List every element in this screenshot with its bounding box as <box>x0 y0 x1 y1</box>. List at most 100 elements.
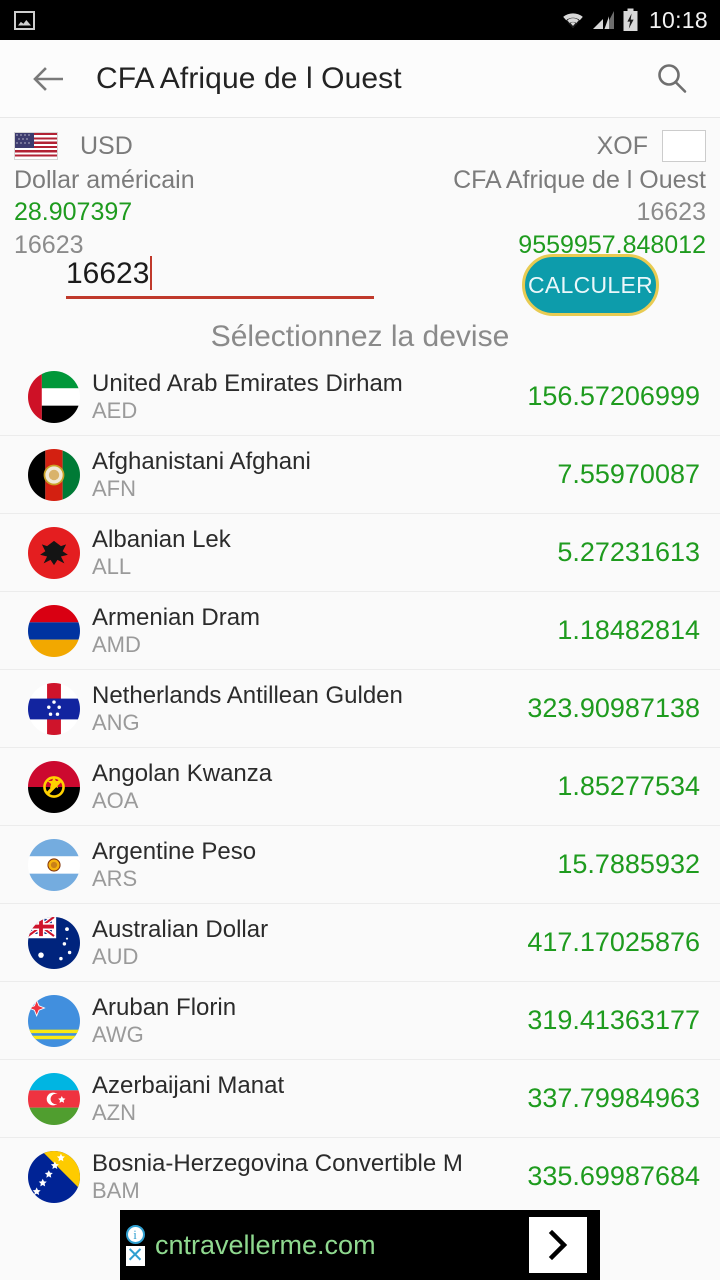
currency-row[interactable]: Angolan Kwanza AOA 1.85277534 <box>0 748 720 826</box>
currency-code: AMD <box>92 631 141 657</box>
ba-flag-icon <box>28 1150 80 1203</box>
back-arrow-icon[interactable] <box>26 56 72 102</box>
ao-flag-icon <box>28 760 80 813</box>
ad-badges: i ✕ <box>124 1217 146 1273</box>
currency-rate: 1.18482814 <box>557 615 700 645</box>
currency-row-texts: Azerbaijani Manat AZN <box>92 1072 517 1126</box>
calculate-button[interactable]: CALCULER <box>522 254 659 316</box>
currency-name: Argentine Peso <box>92 837 257 865</box>
currency-rate: 337.79984963 <box>527 1083 700 1113</box>
amount-input-underline <box>66 296 374 299</box>
currency-row-texts: Argentine Peso ARS <box>92 838 547 892</box>
az-flag-icon <box>28 1072 80 1125</box>
to-flag-placeholder-icon <box>662 130 706 162</box>
an-flag-icon <box>28 682 80 735</box>
al-flag-icon <box>28 526 80 579</box>
currency-row[interactable]: Azerbaijani Manat AZN 337.79984963 <box>0 1060 720 1138</box>
currency-row[interactable]: Argentine Peso ARS 15.7885932 <box>0 826 720 904</box>
currency-code: BAM <box>92 1177 140 1203</box>
currency-name: Bosnia-Herzegovina Convertible M <box>92 1149 463 1177</box>
currency-row[interactable]: Armenian Dram AMD 1.18482814 <box>0 592 720 670</box>
text-caret <box>150 256 153 290</box>
currency-row[interactable]: Australian Dollar AUD 417.17025876 <box>0 904 720 982</box>
currency-name: Angolan Kwanza <box>92 759 273 787</box>
currency-row[interactable]: Aruban Florin AWG 319.41363177 <box>0 982 720 1060</box>
page-title: CFA Afrique de l Ouest <box>96 61 402 95</box>
am-flag-icon <box>28 604 80 657</box>
currency-name: Australian Dollar <box>92 915 269 943</box>
currency-rate: 319.41363177 <box>527 1005 700 1035</box>
currency-row[interactable]: Bosnia-Herzegovina Convertible M BAM 335.6… <box>0 1138 720 1208</box>
battery-charging-icon <box>623 8 638 31</box>
currency-rate: 323.90987138 <box>527 693 700 723</box>
currency-name: Afghanistani Afghani <box>92 447 311 475</box>
status-bar: 10:18 <box>0 0 720 40</box>
currency-row-texts: Australian Dollar AUD <box>92 916 517 970</box>
currency-code: ANG <box>92 709 140 735</box>
af-flag-icon <box>28 448 80 501</box>
currency-name: Azerbaijani Manat <box>92 1071 285 1099</box>
status-bar-system-icons: 10:18 <box>560 7 708 34</box>
currency-row-texts: Bosnia-Herzegovina Convertible M BAM <box>92 1150 517 1204</box>
ae-flag-icon <box>28 370 80 423</box>
currency-rate: 5.27231613 <box>557 537 700 567</box>
ar-flag-icon <box>28 838 80 891</box>
signal-icon <box>592 11 614 29</box>
currency-rate: 1.85277534 <box>557 771 700 801</box>
currency-code: AFN <box>92 475 136 501</box>
aw-flag-icon <box>28 994 80 1047</box>
currency-name: Armenian Dram <box>92 603 261 631</box>
from-currency-code: USD <box>80 131 133 160</box>
from-currency-name: Dollar américain <box>14 166 195 194</box>
currency-list[interactable]: United Arab Emirates Dirham AED 156.572069… <box>0 358 720 1208</box>
currency-row-texts: United Arab Emirates Dirham AED <box>92 370 517 424</box>
close-icon[interactable]: ✕ <box>125 1245 145 1266</box>
ad-banner[interactable]: i ✕ cntravellerme.com <box>120 1210 600 1280</box>
currency-name: Albanian Lek <box>92 525 231 553</box>
currency-row-texts: Netherlands Antillean Gulden ANG <box>92 682 517 736</box>
input-row: 16623 CALCULER <box>0 252 720 316</box>
status-bar-notifications <box>14 10 35 30</box>
currency-row-texts: Angolan Kwanza AOA <box>92 760 547 814</box>
currency-row-texts: Afghanistani Afghani AFN <box>92 448 547 502</box>
currency-code: ALL <box>92 553 132 579</box>
conversion-to: XOF CFA Afrique de l Ouest 16623 9559957… <box>360 128 706 262</box>
currency-code: AWG <box>92 1021 144 1047</box>
currency-rate: 7.55970087 <box>557 459 700 489</box>
status-bar-clock: 10:18 <box>648 6 708 33</box>
chevron-right-icon[interactable] <box>529 1217 587 1273</box>
currency-rate: 156.57206999 <box>527 381 700 411</box>
currency-rate: 15.7885932 <box>557 849 700 879</box>
amount-input-value: 16623 <box>66 257 150 290</box>
currency-row-texts: Albanian Lek ALL <box>92 526 547 580</box>
au-flag-icon <box>28 916 80 969</box>
app-root: 10:18 CFA Afrique de l Ouest USD Dollar … <box>0 0 720 1280</box>
currency-name: United Arab Emirates Dirham <box>92 369 403 397</box>
section-title: Sélectionnez la devise <box>210 320 510 353</box>
conversion-from: USD Dollar américain 28.907397 16623 <box>14 128 360 262</box>
to-currency-code: XOF <box>596 131 648 160</box>
currency-code: AOA <box>92 787 139 813</box>
currency-name: Aruban Florin <box>92 993 237 1021</box>
currency-code: ARS <box>92 865 138 891</box>
currency-row[interactable]: United Arab Emirates Dirham AED 156.572069… <box>0 358 720 436</box>
wifi-icon <box>561 12 584 30</box>
currency-code: AZN <box>92 1099 136 1125</box>
ad-url-label: cntravellerme.com <box>155 1229 376 1260</box>
amount-input[interactable]: 16623 <box>66 252 374 299</box>
currency-row-texts: Armenian Dram AMD <box>92 604 547 658</box>
currency-code: AUD <box>92 943 139 969</box>
currency-row-texts: Aruban Florin AWG <box>92 994 517 1048</box>
photo-icon <box>14 10 35 30</box>
currency-row[interactable]: Netherlands Antillean Gulden ANG 323.90987… <box>0 670 720 748</box>
currency-code: AED <box>92 397 138 423</box>
currency-rate: 335.69987684 <box>527 1161 700 1191</box>
currency-row[interactable]: Afghanistani Afghani AFN 7.55970087 <box>0 436 720 514</box>
to-amount-value: 16623 <box>636 198 706 226</box>
from-rate-value: 28.907397 <box>14 198 133 226</box>
us-flag-icon <box>14 132 58 160</box>
info-icon[interactable]: i <box>125 1224 145 1244</box>
to-currency-name: CFA Afrique de l Ouest <box>453 166 706 194</box>
search-icon[interactable] <box>650 57 694 101</box>
currency-row[interactable]: Albanian Lek ALL 5.27231613 <box>0 514 720 592</box>
